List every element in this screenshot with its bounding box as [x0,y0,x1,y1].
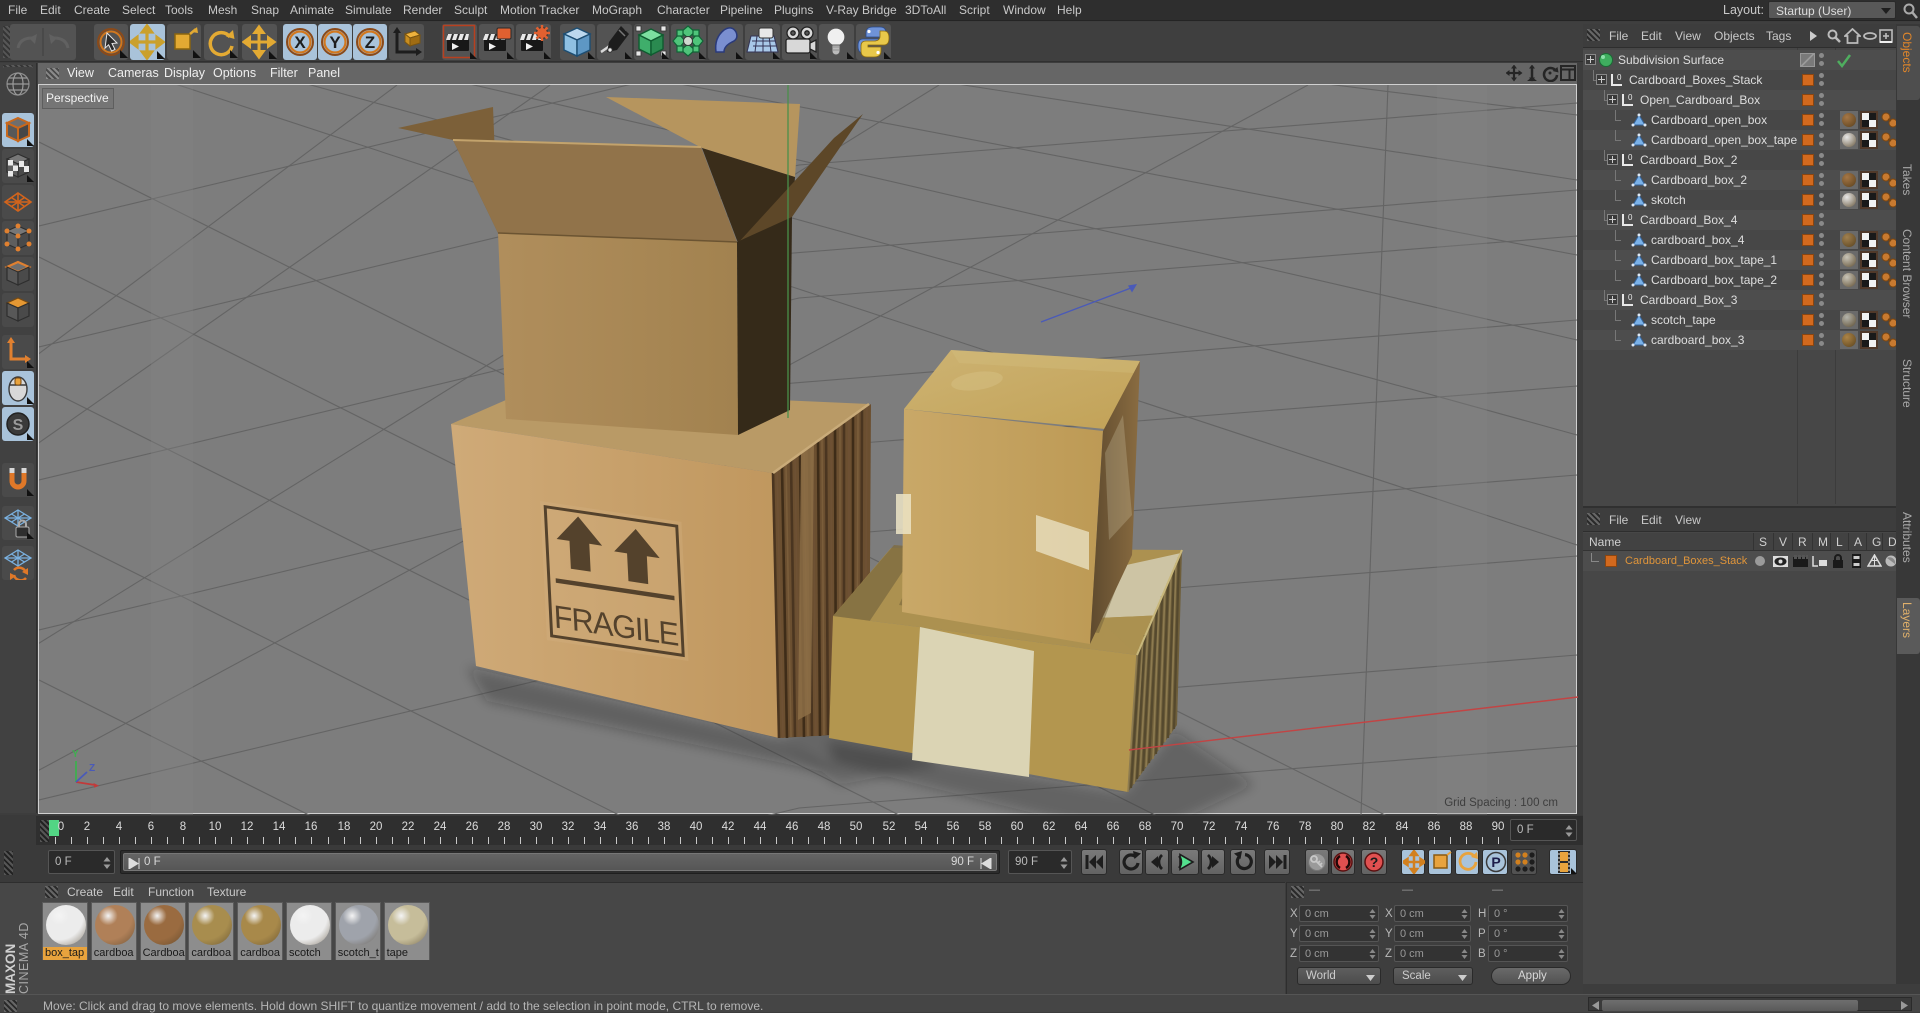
svg-text:Y: Y [72,749,79,760]
svg-text:0: 0 [1628,153,1633,162]
svg-text:X: X [294,33,306,52]
svg-text:S: S [13,417,24,434]
svg-text:Y: Y [329,33,341,52]
svg-text:?: ? [1370,854,1379,870]
svg-text:0: 0 [1628,93,1633,102]
svg-text:0: 0 [1617,73,1622,82]
svg-text:P: P [1491,854,1500,870]
svg-text:Z: Z [365,33,375,52]
svg-text:0: 0 [1628,293,1633,302]
svg-text:0: 0 [1628,213,1633,222]
svg-text:Z: Z [89,763,95,774]
